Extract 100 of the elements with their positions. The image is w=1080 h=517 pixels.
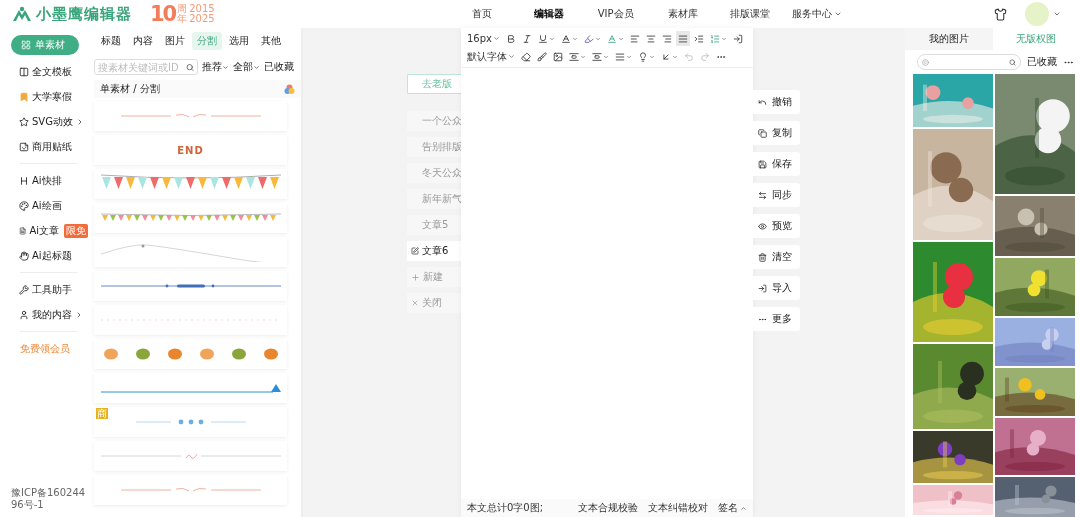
save-icon [758, 159, 767, 169]
category-tab[interactable]: 选用 [224, 32, 254, 50]
favorites-link[interactable]: 已收藏 [1027, 55, 1057, 69]
anniversary-year: 2025 [189, 14, 215, 24]
action-button[interactable]: 清空 [753, 245, 800, 269]
sidebar-item[interactable]: 工具助手 [11, 277, 88, 302]
icp-license: 豫ICP备16024496号-1 [11, 487, 87, 511]
align-icon [678, 33, 688, 44]
anniversary-label: 年 [177, 14, 188, 24]
filter-dropdown[interactable]: 已收藏 [264, 60, 294, 74]
sidebar-item[interactable]: 大学寒假 [11, 84, 88, 109]
caret-icon [508, 53, 515, 60]
numbered-list-icon [710, 33, 720, 44]
color-circles-icon[interactable] [284, 83, 295, 95]
nav-link[interactable]: 服务中心 [786, 7, 847, 21]
category-tab[interactable]: 内容 [128, 32, 158, 50]
check-link[interactable]: 文本合规校验 [578, 501, 638, 515]
sidebar-item[interactable]: SVG动效 [11, 109, 88, 134]
category-tab[interactable]: 标题 [96, 32, 126, 50]
sidebar-item[interactable]: 全文模板 [11, 59, 88, 84]
sync-icon [758, 190, 767, 200]
edit-icon [411, 247, 419, 255]
nav-link[interactable]: 首页 [451, 7, 512, 21]
italic-icon [522, 33, 532, 44]
nav-link[interactable]: 排版课堂 [719, 7, 780, 21]
sidebar-item[interactable]: Ai起标题 [11, 243, 88, 268]
divider-card[interactable] [94, 373, 287, 403]
end-label: END [177, 144, 204, 156]
action-button[interactable]: 保存 [753, 152, 800, 176]
action-button[interactable]: 复制 [753, 121, 800, 145]
caret-icon [603, 53, 609, 60]
action-button[interactable]: 更多 [753, 307, 800, 331]
align-icon [646, 33, 656, 44]
arrow-icon [661, 51, 671, 62]
plus-icon [411, 272, 420, 282]
hand-icon [19, 250, 29, 261]
category-tab[interactable]: 其他 [256, 32, 286, 50]
filter-dropdown[interactable]: 推荐 [202, 60, 229, 74]
sidebar-item[interactable]: Ai文章 限免 [11, 218, 88, 243]
caret-icon[interactable] [1052, 10, 1061, 18]
document-tab[interactable]: 文章6 [407, 241, 461, 261]
divider-card[interactable] [94, 271, 287, 301]
image-tab[interactable]: 我的图片 [905, 28, 993, 50]
divider-card[interactable] [94, 169, 287, 199]
nav-link[interactable]: 素材库 [652, 7, 713, 21]
signature-dropdown[interactable]: 签名 [718, 501, 747, 515]
logo-text: 小墨鹰编辑器 [36, 4, 132, 24]
logo-icon [12, 6, 32, 22]
sidebar-item[interactable]: 我的内容 [11, 302, 88, 327]
caret-icon [618, 35, 624, 42]
insert-icon [733, 33, 743, 44]
caret-icon [595, 35, 601, 42]
brush-button[interactable] [535, 49, 549, 64]
nav-link[interactable]: VIP会员 [585, 7, 646, 21]
justify-icon [615, 51, 625, 62]
search-icon [186, 62, 194, 72]
font-size-select[interactable]: 16px [465, 31, 502, 46]
spacing-icon [592, 51, 602, 62]
caret-icon [572, 35, 578, 42]
action-button[interactable]: 预览 [753, 214, 800, 238]
caret-icon [626, 53, 632, 60]
caret-icon [222, 63, 229, 71]
sidebar-item[interactable]: 商用贴纸 [11, 134, 88, 159]
font-family-select[interactable]: 默认字体 [465, 49, 517, 64]
underline-icon [538, 33, 548, 44]
sidebar-item[interactable]: Ai绘画 [11, 193, 88, 218]
bookmark-icon [19, 91, 29, 102]
category-tab[interactable]: 图片 [160, 32, 190, 50]
check-link[interactable]: 文本纠错校对 [648, 501, 708, 515]
action-button[interactable]: 撤销 [753, 90, 800, 114]
caret-icon [649, 53, 655, 60]
filter-dropdown[interactable]: 全部 [233, 60, 260, 74]
nav-link[interactable]: 编辑器 [518, 7, 579, 21]
close-icon [411, 299, 419, 307]
align-icon [630, 33, 640, 44]
action-button[interactable]: 同步 [753, 183, 800, 207]
align-button[interactable] [676, 31, 690, 46]
anniversary-label: 周 [177, 4, 188, 14]
palette-icon [19, 200, 29, 211]
divider-card[interactable] [94, 339, 287, 369]
brush-icon [537, 51, 547, 62]
line-spacing-icon [569, 51, 579, 62]
shirt-icon[interactable] [993, 7, 1007, 21]
caret-icon [740, 504, 747, 512]
divider-card[interactable]: END [94, 135, 287, 165]
search-field[interactable]: 搜素材关键词或ID [94, 59, 198, 75]
caret-icon [549, 35, 555, 42]
caret-icon [833, 10, 842, 18]
caret-icon [672, 53, 678, 60]
eye-icon [758, 221, 767, 231]
indent-icon [694, 33, 704, 44]
word-count: 本文总计0字0图; [467, 501, 544, 515]
action-button[interactable]: 导入 [753, 276, 800, 300]
divider-card[interactable] [94, 203, 287, 233]
undo-icon [758, 97, 767, 107]
user-icon [19, 309, 29, 320]
import-icon [758, 283, 767, 293]
font-color-icon [561, 33, 571, 44]
search-icon [1009, 57, 1016, 67]
sidebar-item[interactable]: Ai快排 [11, 168, 88, 193]
